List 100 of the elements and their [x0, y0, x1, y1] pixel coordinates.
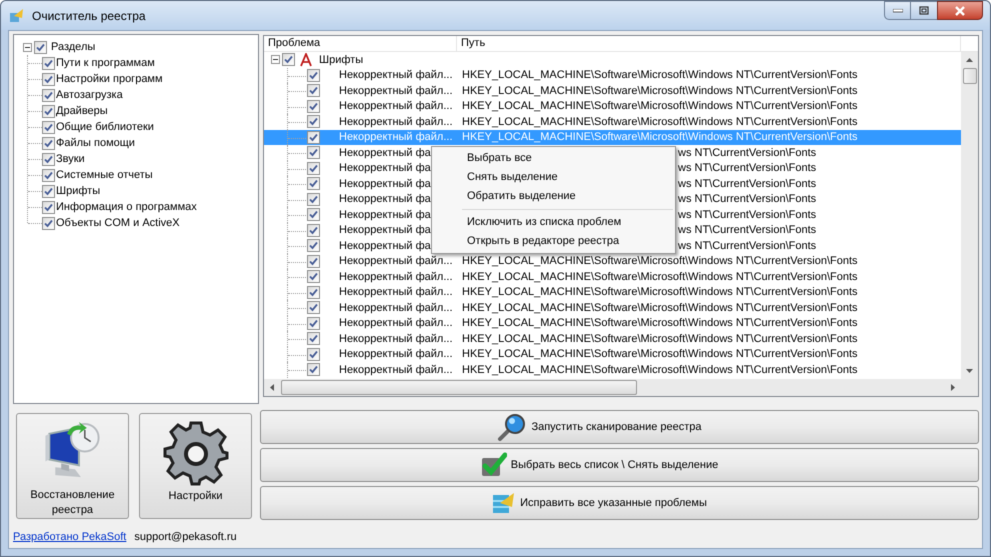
menu-item[interactable]: Исключить из списка проблем	[432, 213, 675, 232]
checkbox[interactable]	[42, 72, 55, 86]
list-row[interactable]: Некорректный файл... HKEY_LOCAL_MACHINE\Software\Microsoft\Windows NT\CurrentVersion\Fonts	[264, 269, 961, 284]
checkbox[interactable]	[307, 177, 320, 190]
checkbox[interactable]	[307, 130, 320, 144]
checkbox[interactable]	[307, 348, 320, 361]
path-cell-text: ws NT\CurrentVersion\Fonts	[678, 238, 816, 254]
close-button[interactable]	[937, 1, 983, 20]
problem-cell-text: Некорректный фа	[339, 161, 431, 176]
collapse-icon[interactable]	[271, 55, 280, 64]
problem-cell-text: Некорректный фа	[339, 223, 431, 238]
menu-item[interactable]: Снять выделение	[432, 168, 675, 187]
tool-button[interactable]: Восстановление реестра	[16, 413, 129, 519]
tree-item[interactable]: Файлы помощи	[56, 134, 135, 152]
checkbox[interactable]	[307, 100, 320, 113]
list-row[interactable]: Некорректный файл... HKEY_LOCAL_MACHINE\Software\Microsoft\Windows NT\CurrentVersion\Fonts	[264, 68, 961, 83]
checkbox[interactable]	[42, 56, 55, 70]
tree-item[interactable]: Информация о программах	[56, 198, 197, 216]
tree-item[interactable]: Общие библиотеки	[56, 118, 154, 136]
vertical-scrollbar[interactable]	[961, 52, 978, 379]
checkbox[interactable]	[307, 84, 320, 98]
problem-cell-text: Некорректный файл...	[339, 300, 453, 316]
checkbox[interactable]	[307, 316, 320, 330]
list-row[interactable]: Некорректный файл... HKEY_LOCAL_MACHINE\Software\Microsoft\Windows NT\CurrentVersion\Fonts	[264, 300, 961, 316]
list-row[interactable]: Некорректный файл... HKEY_LOCAL_MACHINE\Software\Microsoft\Windows NT\CurrentVersion\Fonts	[264, 362, 961, 378]
checkbox[interactable]	[307, 224, 320, 237]
list-row[interactable]: Некорректный файл... HKEY_LOCAL_MACHINE\Software\Microsoft\Windows NT\CurrentVersion\Fonts	[264, 114, 961, 130]
group-label[interactable]: Шрифты	[319, 52, 364, 68]
problem-cell-text: Некорректный файл...	[339, 362, 453, 378]
checkbox[interactable]	[307, 301, 320, 314]
path-cell-text: HKEY_LOCAL_MACHINE\Software\Microsoft\Windows NT\CurrentVersion\Fonts	[462, 99, 858, 114]
problem-cell-text: Некорректный фа	[339, 238, 431, 254]
tree-item[interactable]: Настройки программ	[56, 70, 163, 88]
list-row[interactable]: Некорректный файл... HKEY_LOCAL_MACHINE\Software\Microsoft\Windows NT\CurrentVersion\Fonts	[264, 331, 961, 346]
column-header[interactable]: Проблема	[264, 36, 457, 51]
problem-cell-text: Некорректный файл...	[339, 316, 453, 331]
checkbox[interactable]	[42, 136, 55, 150]
action-button[interactable]: Запустить сканирование реестра	[260, 410, 979, 444]
path-cell-text: HKEY_LOCAL_MACHINE\Software\Microsoft\Windows NT\CurrentVersion\Fonts	[462, 68, 858, 83]
checkbox[interactable]	[42, 168, 55, 182]
checkbox[interactable]	[307, 286, 320, 299]
tree-item[interactable]: Драйверы	[56, 102, 108, 120]
support-email: support@pekasoft.ru	[134, 530, 237, 545]
problem-cell-text: Некорректный файл...	[339, 130, 453, 145]
tree-item[interactable]: Объекты COM и ActiveX	[56, 214, 180, 232]
problem-cell-text: Некорректный файл...	[339, 84, 453, 98]
problem-cell-text: Некорректный фа	[339, 146, 431, 160]
tree-item[interactable]: Системные отчеты	[56, 166, 153, 184]
checkbox[interactable]	[42, 216, 55, 230]
tree-item[interactable]: Звуки	[56, 150, 85, 168]
tree-item[interactable]: Пути к программам	[56, 54, 155, 72]
tree-item[interactable]: Автозагрузка	[56, 86, 123, 104]
checkbox[interactable]	[307, 146, 320, 160]
checkbox[interactable]	[42, 104, 55, 118]
menu-item[interactable]: Обратить выделение	[432, 187, 675, 206]
checkbox[interactable]	[307, 363, 320, 376]
action-button[interactable]: Выбрать весь список \ Снять выделение	[260, 448, 979, 482]
checkbox[interactable]	[42, 152, 55, 166]
tree-item[interactable]: Разделы	[51, 38, 96, 56]
checkbox[interactable]	[307, 192, 320, 206]
path-cell-text: HKEY_LOCAL_MACHINE\Software\Microsoft\Windows NT\CurrentVersion\Fonts	[462, 254, 858, 269]
checkbox[interactable]	[307, 68, 320, 82]
checkbox[interactable]	[282, 53, 295, 66]
checkbox[interactable]	[307, 162, 320, 175]
scrollbar-thumb[interactable]	[962, 68, 976, 84]
list-row[interactable]: Некорректный файл... HKEY_LOCAL_MACHINE\Software\Microsoft\Windows NT\CurrentVersion\Fonts	[264, 346, 961, 362]
checkbox[interactable]	[307, 270, 320, 284]
list-row[interactable]: Некорректный файл... HKEY_LOCAL_MACHINE\Software\Microsoft\Windows NT\CurrentVersion\Fonts	[264, 284, 961, 300]
app-icon	[9, 8, 25, 24]
minimize-button[interactable]	[884, 1, 911, 20]
developer-link[interactable]: Разработано PekaSoft	[13, 528, 126, 546]
menu-item[interactable]: Открыть в редакторе реестра	[432, 232, 675, 251]
path-cell-text: ws NT\CurrentVersion\Fonts	[678, 161, 816, 176]
list-row[interactable]: Некорректный файл... HKEY_LOCAL_MACHINE\Software\Microsoft\Windows NT\CurrentVersion\Fonts	[264, 254, 961, 269]
maximize-button[interactable]	[911, 1, 937, 20]
checkbox[interactable]	[42, 184, 55, 198]
checkbox[interactable]	[307, 254, 320, 268]
settings-button[interactable]: Настройки	[139, 413, 252, 519]
collapse-icon[interactable]	[23, 42, 32, 52]
fix-icon	[492, 491, 516, 515]
checkbox[interactable]	[42, 120, 55, 134]
list-row[interactable]: Некорректный файл... HKEY_LOCAL_MACHINE\Software\Microsoft\Windows NT\CurrentVersion\Fonts	[264, 98, 961, 114]
checkbox[interactable]	[42, 88, 55, 102]
checkbox[interactable]	[34, 40, 47, 54]
list-row[interactable]: Некорректный файл... HKEY_LOCAL_MACHINE\Software\Microsoft\Windows NT\CurrentVersion\Fonts	[264, 83, 961, 98]
horizontal-scrollbar[interactable]	[264, 379, 961, 396]
checkbox[interactable]	[307, 115, 320, 128]
checkbox[interactable]	[307, 239, 320, 252]
tree-item[interactable]: Шрифты	[56, 182, 100, 200]
list-row[interactable]: Некорректный файл... HKEY_LOCAL_MACHINE\Software\Microsoft\Windows NT\CurrentVersion\Fonts	[264, 316, 961, 331]
problem-cell-text: Некорректный фа	[339, 192, 431, 207]
checkbox[interactable]	[307, 332, 320, 346]
path-cell-text: HKEY_LOCAL_MACHINE\Software\Microsoft\Windows NT\CurrentVersion\Fonts	[462, 84, 858, 98]
scrollbar-thumb[interactable]	[281, 380, 637, 395]
checkbox[interactable]	[42, 200, 55, 214]
action-button[interactable]: Исправить все указанные проблемы	[260, 486, 979, 520]
problem-cell-text: Некорректный файл...	[339, 332, 453, 346]
checkbox[interactable]	[307, 208, 320, 222]
menu-item[interactable]: Выбрать все	[432, 149, 675, 168]
column-header[interactable]: Путь	[457, 36, 961, 51]
